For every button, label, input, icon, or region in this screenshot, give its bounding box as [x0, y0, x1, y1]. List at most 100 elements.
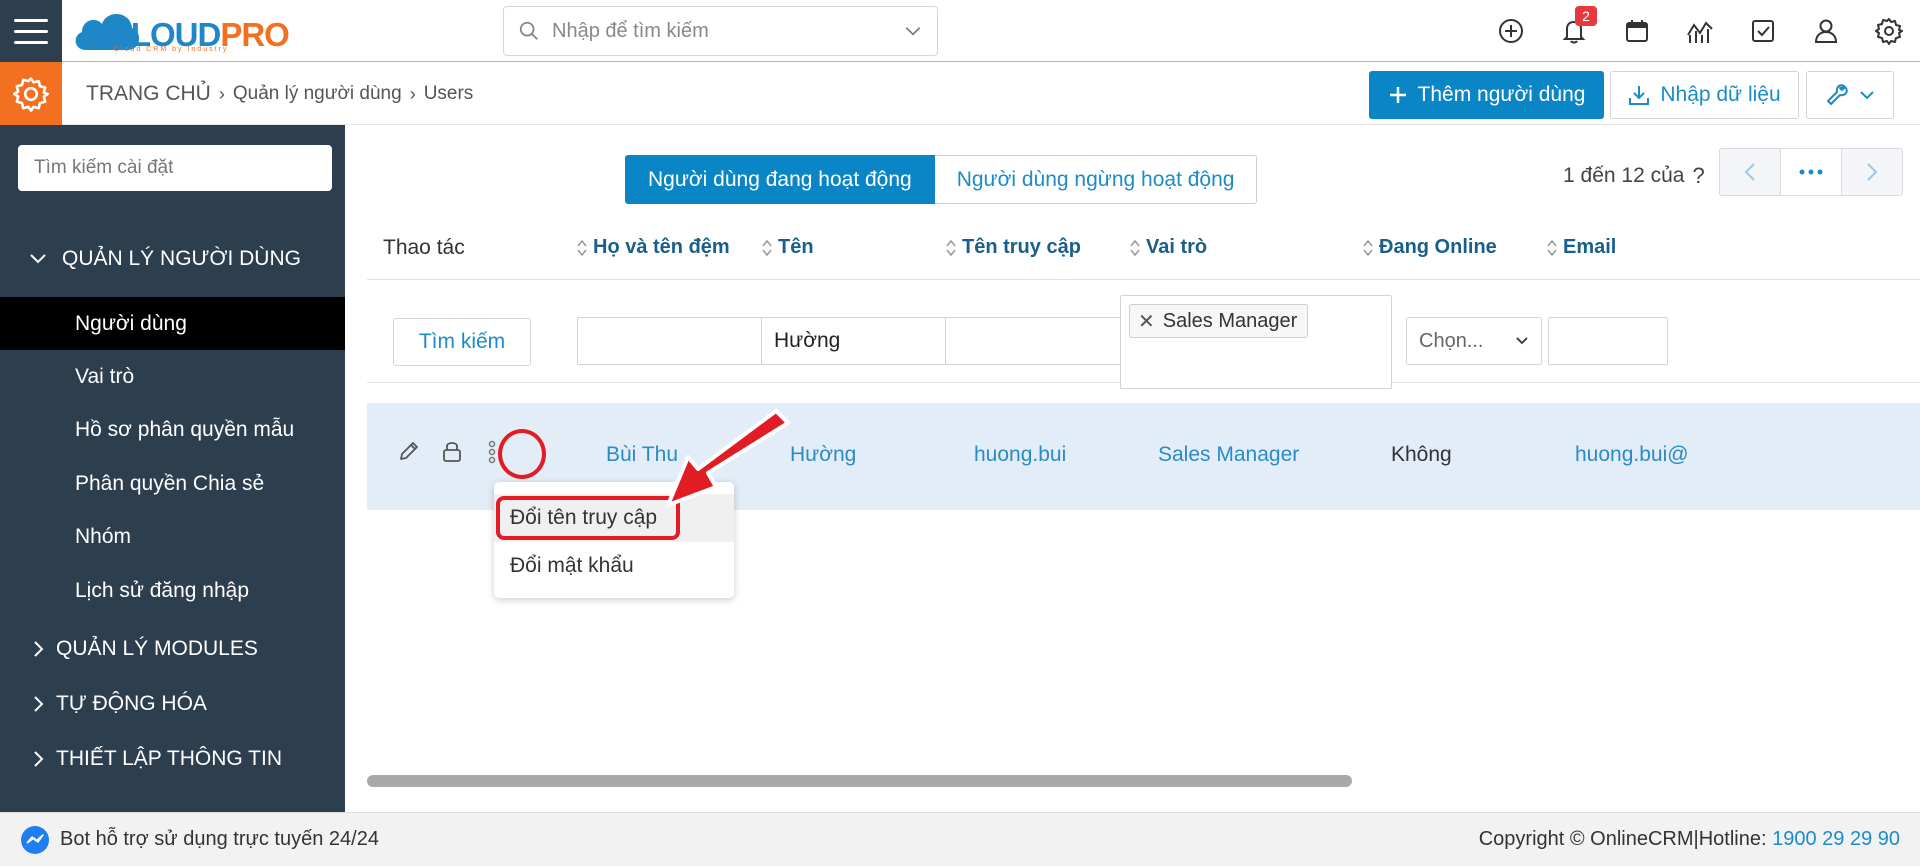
horizontal-scrollbar[interactable] [367, 775, 1920, 787]
pagination-text: 1 đến 12 của [1563, 164, 1685, 187]
copyright: Copyright © OnlineCRM|Hotline: 1900 29 2… [1479, 828, 1900, 851]
column-header-online[interactable]: Đang Online [1363, 236, 1497, 259]
sidebar-group-info-setup[interactable]: THIẾT LẬP THÔNG TIN [0, 741, 345, 777]
highlight-rectangle [496, 496, 680, 540]
chevron-left-icon [1744, 163, 1755, 181]
support-bot-link[interactable]: Bot hỗ trợ sử dụng trực tuyến 24/24 [20, 825, 379, 855]
cell-email[interactable]: huong.bui@ [1575, 443, 1689, 467]
highlight-circle [498, 429, 546, 479]
sidebar-group-label: QUẢN LÝ MODULES [56, 637, 258, 660]
column-header-username[interactable]: Tên truy cập [946, 236, 1081, 259]
tools-dropdown-button[interactable] [1806, 71, 1894, 119]
filter-first-name-input[interactable]: Hường [761, 317, 970, 365]
sidebar-group-modules[interactable]: QUẢN LÝ MODULES [0, 631, 345, 667]
bell-icon[interactable]: 2 [1542, 0, 1605, 62]
sidebar-item-sharing[interactable]: Phân quyền Chia sẻ [0, 457, 345, 510]
calendar-icon[interactable] [1605, 0, 1668, 62]
scrollbar-thumb[interactable] [367, 775, 1352, 787]
user-profile-icon[interactable] [1794, 0, 1857, 62]
sidebar-item-users[interactable]: Người dùng [0, 297, 345, 350]
filter-row: Tìm kiếm Hường ✕ Sales Manager Chọn... [367, 280, 1920, 389]
filter-email-input[interactable] [1548, 317, 1668, 365]
chevron-right-icon [1867, 163, 1878, 181]
breadcrumb-separator-icon: › [409, 83, 416, 104]
chevron-down-icon [1860, 91, 1874, 100]
footer: Bot hỗ trợ sử dụng trực tuyến 24/24 Copy… [0, 812, 1920, 866]
cell-username[interactable]: huong.bui [974, 443, 1066, 467]
import-data-button[interactable]: Nhập dữ liệu [1610, 71, 1799, 119]
filter-online-select[interactable]: Chọn... [1406, 317, 1542, 365]
remove-chip-icon[interactable]: ✕ [1138, 309, 1155, 334]
sidebar-group-label: THIẾT LẬP THÔNG TIN [56, 747, 282, 770]
global-search[interactable]: Nhập để tìm kiếm [503, 6, 938, 56]
breadcrumb-level2: Users [423, 83, 474, 104]
sidebar-group-label: QUẢN LÝ NGƯỜI DÙNG [62, 247, 301, 270]
main-content: Người dùng đang hoạt động Người dùng ngừ… [345, 125, 1920, 812]
tab-active-users[interactable]: Người dùng đang hoạt động [625, 155, 935, 204]
messenger-icon [21, 825, 49, 854]
task-check-icon[interactable] [1731, 0, 1794, 62]
search-input[interactable]: Nhập để tìm kiếm [552, 20, 903, 43]
breadcrumb: TRANG CHỦ › Quản lý người dùng › Users [86, 82, 473, 106]
chevron-right-icon [28, 694, 48, 714]
column-label: Tên truy cập [962, 236, 1081, 258]
cell-role[interactable]: Sales Manager [1158, 443, 1299, 467]
sidebar-group-automation[interactable]: TỰ ĐỘNG HÓA [0, 686, 345, 722]
column-header-role[interactable]: Vai trò [1130, 236, 1207, 259]
sort-icon [577, 239, 587, 256]
sidebar-item-roles[interactable]: Vai trò [0, 350, 345, 403]
chevron-right-icon [28, 749, 48, 769]
sidebar-group-label: TỰ ĐỘNG HÓA [56, 692, 207, 715]
column-header-middle-name[interactable]: Họ và tên đệm [577, 236, 730, 259]
column-header-email[interactable]: Email [1547, 236, 1616, 259]
sidebar-item-groups[interactable]: Nhóm [0, 510, 345, 563]
sort-icon [1130, 239, 1140, 256]
sidebar-item-profiles[interactable]: Hồ sơ phân quyền mẫu [0, 403, 345, 456]
role-filter-chip: ✕ Sales Manager [1129, 304, 1309, 338]
prev-page-button[interactable] [1720, 149, 1780, 195]
report-chart-icon[interactable] [1668, 0, 1731, 62]
hotline-link[interactable]: 1900 29 29 90 [1772, 828, 1900, 850]
pagination-total-help[interactable]: ? [1692, 163, 1704, 189]
add-icon[interactable] [1479, 0, 1542, 62]
search-icon [519, 21, 538, 40]
filter-role-multiselect[interactable]: ✕ Sales Manager [1120, 295, 1392, 389]
sort-icon [1547, 239, 1557, 256]
settings-sidebar: Tìm kiếm cài đặt QUẢN LÝ NGƯỜI DÙNG Ngườ… [0, 125, 345, 812]
chevron-down-icon[interactable] [903, 21, 923, 41]
wrench-icon [1827, 84, 1848, 105]
more-vertical-icon[interactable] [485, 439, 499, 465]
pagination-controls [1719, 148, 1903, 196]
ellipsis-icon [1799, 169, 1823, 175]
chip-label: Sales Manager [1162, 309, 1298, 332]
add-user-button[interactable]: Thêm người dùng [1369, 71, 1604, 119]
breadcrumb-level1[interactable]: Quản lý người dùng [233, 83, 402, 105]
more-pages-button[interactable] [1780, 149, 1842, 195]
select-placeholder: Chọn... [1419, 329, 1484, 352]
table-header: Thao tác Họ và tên đệm Tên Tên truy cập … [367, 220, 1920, 280]
filter-middle-name-input[interactable] [577, 317, 787, 365]
column-label: Tên [778, 236, 814, 258]
sidebar-item-login-history[interactable]: Lịch sử đăng nhập [0, 564, 345, 617]
column-header-actions: Thao tác [383, 236, 465, 259]
settings-search-input[interactable]: Tìm kiếm cài đặt [18, 145, 332, 191]
lock-icon[interactable] [441, 439, 463, 463]
edit-pencil-icon[interactable] [397, 439, 421, 463]
tab-inactive-users[interactable]: Người dùng ngừng hoạt động [934, 155, 1258, 204]
settings-gear-icon[interactable] [0, 62, 62, 125]
cell-first-name[interactable]: Hường [790, 443, 856, 467]
sort-icon [762, 239, 772, 256]
column-header-first-name[interactable]: Tên [762, 236, 814, 259]
sidebar-group-user-management[interactable]: QUẢN LÝ NGƯỜI DÙNG [0, 241, 345, 277]
chevron-down-icon [1516, 337, 1528, 345]
next-page-button[interactable] [1842, 149, 1902, 195]
brand-logo[interactable]: CLOUDPRO Cloud CRM by Industry [70, 4, 300, 58]
filter-search-button[interactable]: Tìm kiếm [393, 318, 531, 366]
menu-item-change-password[interactable]: Đổi mật khẩu [494, 542, 734, 590]
settings-gear-icon[interactable] [1857, 0, 1920, 62]
column-label: Vai trò [1146, 236, 1208, 258]
copyright-text: Copyright © OnlineCRM|Hotline: [1478, 828, 1773, 850]
hamburger-menu-icon[interactable] [0, 0, 62, 62]
breadcrumb-home[interactable]: TRANG CHỦ [86, 82, 211, 106]
plus-icon [1389, 87, 1406, 103]
